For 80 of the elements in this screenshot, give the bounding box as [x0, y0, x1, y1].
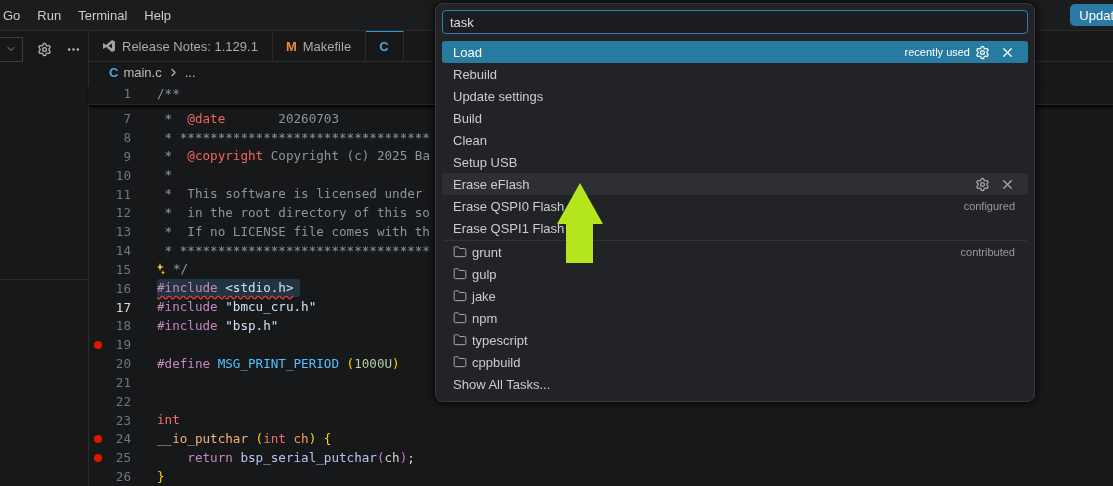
- settings-icon[interactable]: [37, 41, 52, 57]
- code-line: * in the root directory of this so: [163, 203, 430, 222]
- line-number: 24: [114, 431, 131, 447]
- task-item[interactable]: Rebuild: [442, 63, 1028, 85]
- search-field[interactable]: task: [442, 10, 1028, 34]
- line-number: 12: [114, 205, 131, 221]
- breadcrumb-item[interactable]: main.c: [123, 65, 162, 81]
- task-item[interactable]: Show All Tasks...: [442, 373, 1028, 395]
- folder-icon: [453, 355, 467, 369]
- folder-icon: [453, 267, 467, 281]
- code-line: * @copyright Copyright (c) 2025 Ba: [163, 147, 430, 166]
- task-item[interactable]: Erase QSPI1 Flash: [442, 217, 1028, 239]
- vscode-logo-icon: [102, 39, 116, 54]
- line-number: 21: [114, 374, 131, 390]
- sparkle-icon[interactable]: [157, 262, 165, 277]
- line-number: 18: [114, 318, 131, 334]
- line-number: 17: [114, 299, 131, 315]
- line-number: 25: [114, 450, 131, 466]
- menu-item[interactable]: Run: [37, 7, 70, 23]
- code-line: * If no LICENSE file comes with th: [163, 222, 430, 241]
- code-line: #include "bmcu_cru.h": [157, 298, 317, 317]
- line-number: 15: [114, 261, 131, 277]
- task-item[interactable]: Erase eFlash: [442, 173, 1028, 195]
- code-line: }: [157, 467, 165, 486]
- line-number: 13: [114, 224, 131, 240]
- c-file-icon: C: [109, 65, 119, 81]
- task-item[interactable]: typescript: [442, 329, 1028, 351]
- code-line: #include "bsp.h": [157, 316, 279, 335]
- breadcrumb-item[interactable]: ...: [184, 65, 196, 81]
- folder-icon: [453, 311, 467, 325]
- makefile-icon: M: [285, 38, 297, 54]
- group-label: contributed: [960, 246, 1015, 258]
- line-number: 16: [114, 280, 131, 296]
- task-item[interactable]: Update settings: [442, 85, 1028, 107]
- breakpoint-icon[interactable]: [94, 453, 102, 462]
- line-number: 7: [122, 111, 131, 127]
- code-line: return bsp_serial_putchar(ch);: [187, 448, 415, 467]
- code-line: __io_putchar (int ch) {: [157, 429, 332, 448]
- line-number: 14: [114, 243, 131, 259]
- line-number: 22: [114, 393, 131, 409]
- task-item[interactable]: Clean: [442, 129, 1028, 151]
- task-item[interactable]: Build: [442, 107, 1028, 129]
- task-item[interactable]: npm: [442, 307, 1028, 329]
- line-number: 20: [114, 356, 131, 372]
- folder-icon: [453, 333, 467, 347]
- code-line: int: [157, 411, 180, 429]
- code-line: */: [173, 260, 189, 279]
- task-item[interactable]: cppbuild: [442, 351, 1028, 373]
- group-label: recently used: [904, 46, 970, 58]
- line-number: 10: [114, 167, 131, 183]
- task-item[interactable]: jake: [442, 285, 1028, 307]
- code-line: * *********************************: [163, 241, 430, 260]
- menu-item[interactable]: Help: [144, 7, 180, 23]
- task-item[interactable]: Load recently used: [442, 41, 1028, 63]
- line-number: 8: [122, 130, 131, 146]
- code-line: * This software is licensed under: [163, 185, 423, 204]
- code-line: #define MSG_PRINT_PERIOD (1000U): [157, 354, 400, 373]
- code-line: *: [163, 166, 173, 185]
- task-item[interactable]: Setup USB: [442, 151, 1028, 173]
- settings-icon[interactable]: [975, 176, 990, 192]
- task-item[interactable]: gulp: [442, 263, 1028, 285]
- line-number: 19: [114, 337, 131, 353]
- line-number: 23: [114, 412, 131, 428]
- line-number: 1: [122, 86, 131, 102]
- line-number: 9: [122, 148, 131, 164]
- breakpoint-icon[interactable]: [94, 434, 102, 443]
- code-line: * @date 20260703: [163, 109, 339, 128]
- breakpoint-icon[interactable]: [94, 340, 102, 349]
- folder-icon: [453, 245, 467, 259]
- code-line: /**: [157, 84, 180, 103]
- menu-item[interactable]: Terminal: [78, 7, 136, 23]
- folder-icon: [453, 289, 467, 303]
- code-line: * *********************************: [163, 128, 430, 147]
- task-item[interactable]: Erase QSPI0 Flash configured: [442, 195, 1028, 217]
- line-number: 11: [114, 186, 131, 202]
- menu-item[interactable]: Go: [3, 7, 29, 23]
- line-number: 26: [114, 469, 131, 484]
- c-file-icon: C: [379, 38, 389, 54]
- editor-tab[interactable]: C: [366, 31, 404, 61]
- group-label: configured: [963, 200, 1015, 212]
